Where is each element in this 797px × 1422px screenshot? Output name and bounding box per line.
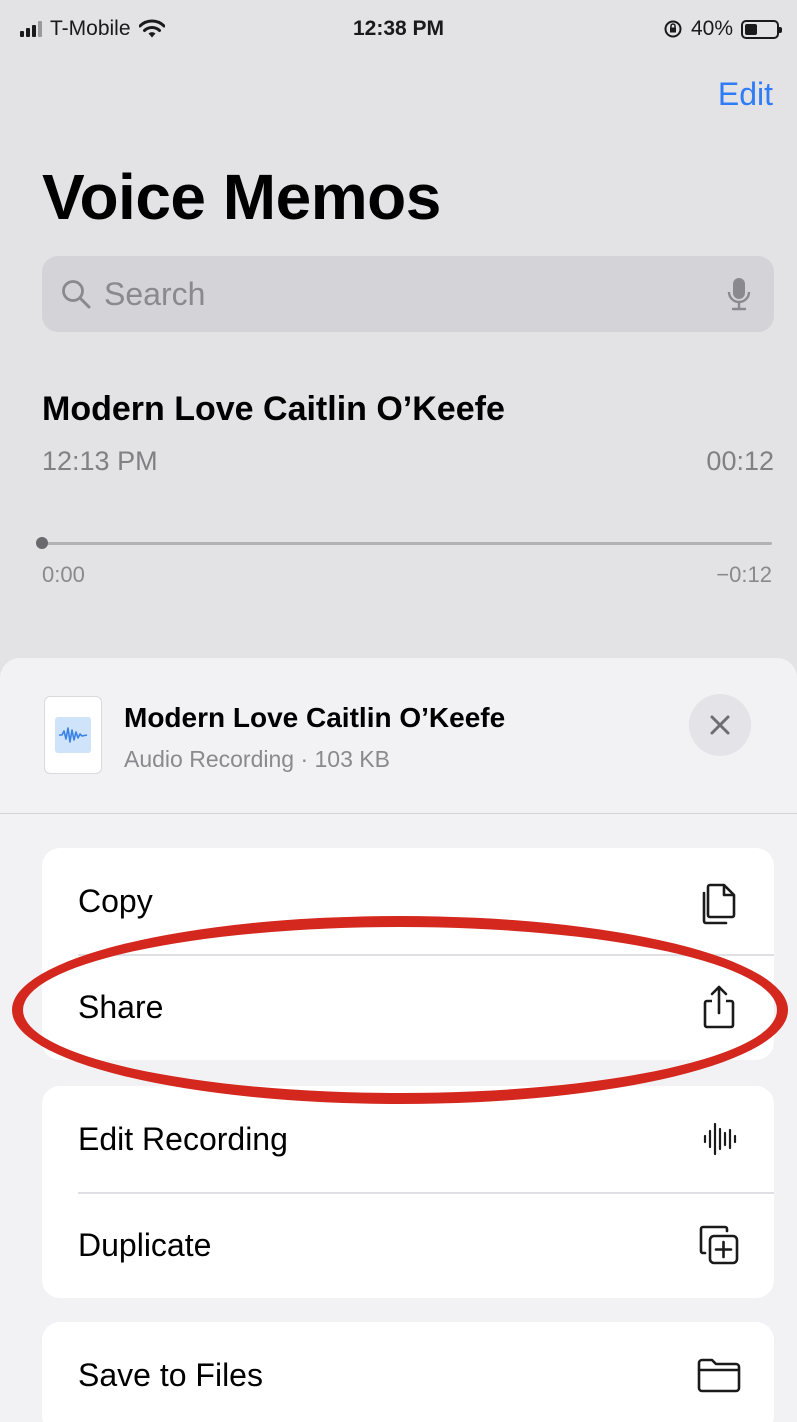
page-title: Voice Memos	[42, 161, 441, 233]
elapsed-time: 0:00	[42, 562, 85, 587]
duplicate-icon	[694, 1220, 744, 1270]
waveform-icon	[694, 1114, 744, 1164]
recording-meta: 12:13 PM 00:12	[42, 446, 774, 477]
carrier-label: T-Mobile	[50, 17, 131, 40]
close-icon	[710, 715, 730, 735]
playback-scrubber[interactable]	[36, 537, 772, 549]
orientation-lock-icon	[664, 20, 682, 38]
audio-file-icon	[44, 696, 102, 774]
search-icon	[62, 280, 91, 309]
signal-icon	[20, 21, 42, 37]
search-input[interactable]: Search	[42, 256, 774, 332]
copy-icon	[694, 876, 744, 926]
search-placeholder: Search	[104, 275, 206, 312]
folder-icon	[694, 1350, 744, 1400]
share-file-title: Modern Love Caitlin O’Keefe	[124, 702, 506, 733]
microphone-icon[interactable]	[726, 276, 752, 312]
duplicate-action[interactable]: Duplicate	[42, 1192, 774, 1298]
share-sheet-header: Modern Love Caitlin O’Keefe Audio Record…	[0, 658, 797, 814]
recording-duration: 00:12	[706, 446, 774, 476]
edit-button[interactable]: Edit	[718, 76, 773, 113]
recording-date: 12:13 PM	[42, 446, 158, 476]
duplicate-label: Duplicate	[78, 1226, 212, 1263]
status-left: T-Mobile	[20, 17, 165, 41]
remaining-time: −0:12	[716, 562, 772, 587]
playback-times: 0:00 −0:12	[42, 562, 772, 588]
save-to-files-label: Save to Files	[78, 1356, 263, 1393]
highlight-ellipse	[12, 916, 788, 1104]
action-group-3: Save to Files	[42, 1322, 774, 1422]
copy-label: Copy	[78, 882, 153, 919]
action-group-2: Edit Recording Duplicate	[42, 1086, 774, 1298]
battery-icon	[741, 19, 782, 39]
edit-recording-label: Edit Recording	[78, 1120, 288, 1157]
status-right: 40%	[663, 17, 782, 41]
scrubber-knob[interactable]	[36, 537, 48, 549]
recording-title[interactable]: Modern Love Caitlin O’Keefe	[42, 390, 505, 429]
scrubber-track	[42, 542, 772, 545]
share-file-subtitle: Audio Recording · 103 KB	[124, 746, 390, 772]
status-bar: T-Mobile 12:38 PM 40%	[0, 0, 797, 58]
close-button[interactable]	[689, 694, 751, 756]
wifi-icon	[138, 19, 165, 38]
battery-percent: 40%	[690, 17, 733, 40]
save-to-files-action[interactable]: Save to Files	[42, 1322, 774, 1422]
